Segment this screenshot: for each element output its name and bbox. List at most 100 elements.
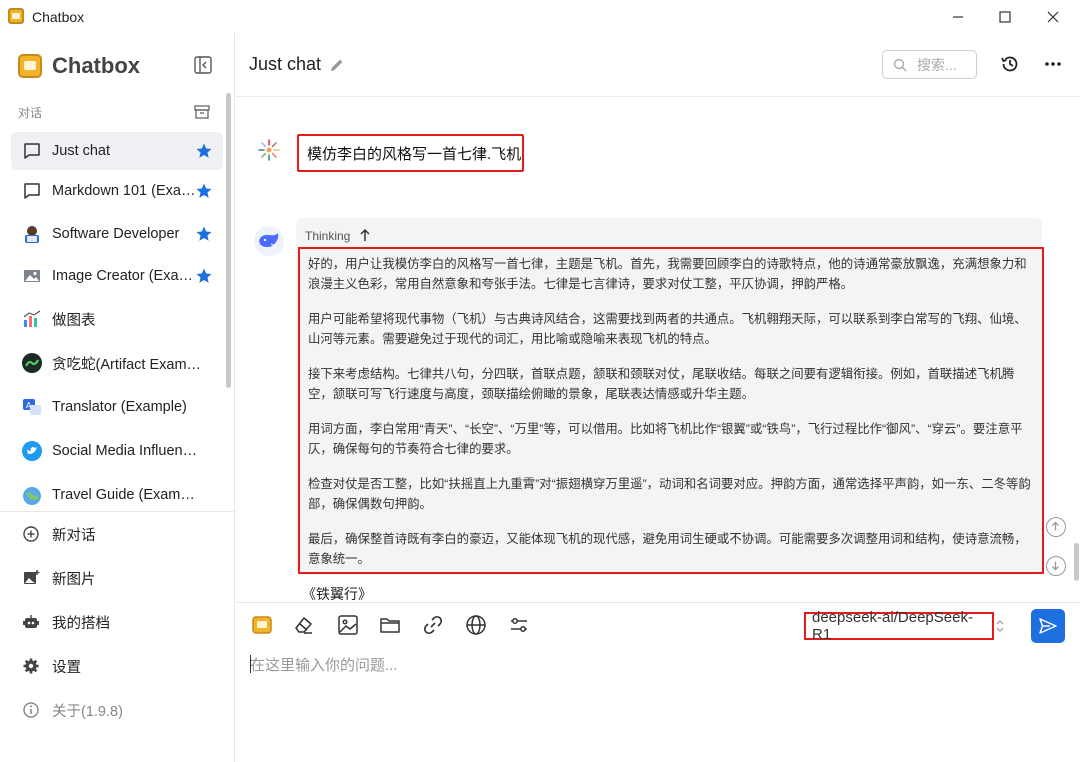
sidebar-item-software-developer[interactable]: Software Developer (11, 215, 223, 253)
about-button[interactable]: 关于(1.9.8) (11, 692, 223, 728)
chat-label: Markdown 101 (Example) (52, 183, 202, 199)
user-avatar (256, 137, 282, 163)
sidebar-divider (0, 511, 234, 512)
text-caret (250, 655, 251, 673)
star-icon[interactable] (195, 225, 213, 243)
chat-label: Social Media Influencer (Example) (52, 443, 202, 459)
chat-label: Translator (Example) (52, 399, 187, 415)
sidebar-item-snake-game[interactable]: 贪吃蛇(Artifact Example) (11, 344, 223, 382)
search-placeholder: 搜索... (917, 56, 957, 73)
settings-sliders-button[interactable] (507, 613, 531, 637)
brand-name: Chatbox (52, 53, 140, 78)
sidebar-item-travel-guide[interactable]: Travel Guide (Example) (11, 476, 223, 514)
translate-icon: A (21, 396, 43, 418)
send-button[interactable] (1031, 609, 1065, 643)
twitter-icon (21, 440, 43, 462)
close-button[interactable] (1030, 0, 1076, 33)
menu-label: 新对话 (52, 527, 96, 544)
archive-icon (194, 105, 210, 119)
thinking-panel: Thinking 好的，用户让我模仿李白的风格写一首七律，主题是飞机。首先，我需… (296, 218, 1044, 575)
thinking-paragraph: 用词方面，李白常用“青天”、“长空”、“万里”等，可以借用。比如将飞机比作“银翼… (308, 422, 1023, 456)
more-options-button[interactable] (1042, 53, 1064, 75)
sidebar-item-image-creator[interactable]: Image Creator (Example) (11, 257, 223, 295)
chat-label: Just chat (52, 143, 111, 159)
chatbox-tool-button[interactable] (250, 613, 274, 637)
sidebar-scrollbar[interactable] (226, 93, 231, 388)
attach-image-button[interactable] (336, 613, 360, 637)
model-selector-chevron[interactable] (995, 617, 1005, 635)
robot-icon (23, 615, 39, 628)
attach-link-button[interactable] (421, 613, 445, 637)
sidebar-item-translator[interactable]: A Translator (Example) (11, 388, 223, 426)
main-panel: Just chat 搜索... 模仿李白的风格写一首七律.飞机 Thinking… (236, 33, 1080, 762)
chat-label: Software Developer (52, 226, 180, 242)
thinking-label: Thinking (305, 229, 351, 243)
archive-button[interactable] (193, 103, 211, 121)
chatbox-logo-icon (252, 616, 272, 634)
star-icon[interactable] (195, 142, 213, 160)
thinking-paragraph: 好的，用户让我模仿李白的风格写一首七律，主题是飞机。首先，我需要回顾李白的诗歌特… (308, 257, 1027, 291)
arrow-down-circle-icon (1052, 561, 1059, 571)
menu-label: 关于(1.9.8) (52, 703, 123, 720)
thinking-content: 好的，用户让我模仿李白的风格写一首七律，主题是飞机。首先，我需要回顾李白的诗歌特… (298, 247, 1044, 574)
deepseek-whale-icon (259, 233, 279, 247)
developer-avatar-icon (21, 223, 43, 245)
input-area: deepseek-ai/DeepSeek-R1 (236, 602, 1080, 762)
sidebar-item-chart[interactable]: 做图表 (11, 300, 223, 338)
chat-label: 贪吃蛇(Artifact Example) (52, 356, 202, 373)
menu-label: 我的搭档 (52, 615, 110, 632)
star-icon[interactable] (195, 267, 213, 285)
more-icon (1045, 62, 1061, 66)
title-bar: Chatbox (0, 0, 1080, 33)
sidebar-item-just-chat[interactable]: Just chat (11, 132, 223, 170)
gear-icon (23, 658, 39, 674)
sidebar-collapse-icon (194, 56, 212, 74)
search-box[interactable]: 搜索... (882, 50, 977, 79)
settings-button[interactable]: 设置 (11, 648, 223, 684)
menu-label: 设置 (52, 659, 81, 676)
arrow-up-circle-icon (1052, 521, 1059, 531)
chat-scrollbar[interactable] (1074, 543, 1079, 581)
clear-context-button[interactable] (292, 613, 316, 637)
message-input[interactable] (250, 650, 1050, 680)
history-button[interactable] (999, 53, 1021, 75)
sidebar-item-social-media[interactable]: Social Media Influencer (Example) (11, 432, 223, 470)
pencil-icon (331, 59, 343, 71)
chat-label: Image Creator (Example) (52, 268, 202, 284)
folder-icon (380, 618, 400, 633)
sidebar-item-markdown[interactable]: Markdown 101 (Example) (11, 172, 223, 210)
chat-title: Just chat (249, 54, 322, 74)
maximize-button[interactable] (982, 0, 1028, 33)
close-icon (1047, 11, 1059, 22)
new-chat-button[interactable]: 新对话 (11, 516, 223, 552)
thinking-paragraph: 接下来考虑结构。七律共八句，分四联，首联点题，颔联和颈联对仗，尾联收结。每联之间… (308, 367, 1015, 401)
info-icon (23, 702, 39, 718)
search-icon (893, 58, 907, 71)
collapse-sidebar-button[interactable] (193, 55, 213, 75)
brand: Chatbox (18, 51, 140, 81)
new-image-icon (24, 570, 40, 584)
user-message: 模仿李白的风格写一首七律.飞机 (297, 134, 524, 172)
chevron-up-down-icon (996, 620, 1004, 632)
web-browsing-button[interactable] (464, 613, 488, 637)
collapse-thinking-button[interactable] (359, 228, 371, 242)
scroll-to-top-button[interactable] (1046, 517, 1066, 537)
scroll-to-bottom-button[interactable] (1046, 556, 1066, 576)
model-selector[interactable]: deepseek-ai/DeepSeek-R1 (804, 609, 994, 643)
send-icon (1039, 618, 1057, 634)
thinking-paragraph: 用户可能希望将现代事物（飞机）与古典诗风结合，这需要找到两者的共通点。飞机翱翔天… (308, 312, 1027, 346)
new-image-button[interactable]: 新图片 (11, 560, 223, 596)
chatbox-app-icon (8, 8, 24, 24)
link-icon (423, 615, 443, 635)
svg-text:A: A (26, 401, 32, 410)
thinking-paragraph: 检查对仗是否工整，比如“扶摇直上九重霄”对“振翅横穿万里遥”，动词和名词要对应。… (308, 477, 1031, 511)
my-partners-button[interactable]: 我的搭档 (11, 604, 223, 640)
minimize-button[interactable] (935, 0, 981, 33)
attach-file-button[interactable] (378, 613, 402, 637)
arrow-up-icon (360, 228, 370, 241)
edit-title-button[interactable] (329, 57, 345, 73)
chat-bubble-icon (21, 180, 43, 202)
star-icon[interactable] (195, 182, 213, 200)
globe-icon (21, 484, 43, 506)
chart-icon (21, 308, 43, 330)
